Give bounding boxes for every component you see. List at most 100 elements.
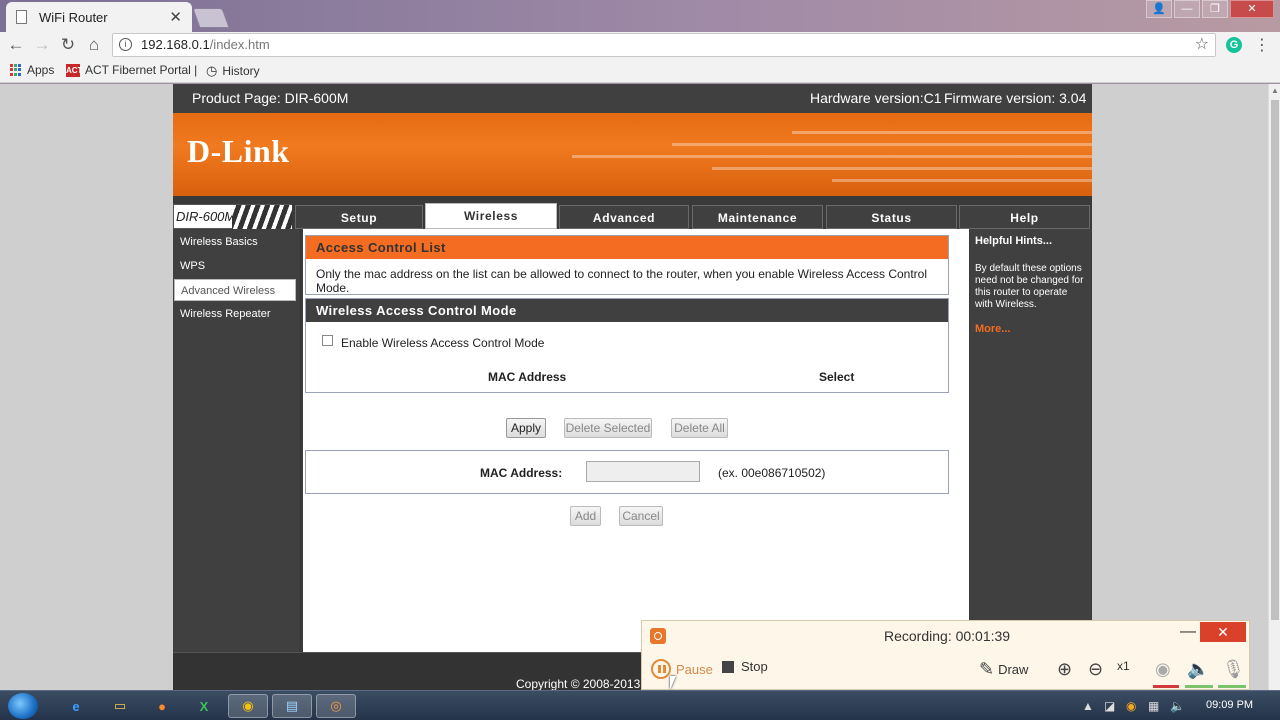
explorer-icon[interactable]: ▭	[100, 694, 140, 718]
cancel-button[interactable]: Cancel	[619, 506, 663, 526]
delete-all-button[interactable]: Delete All	[671, 418, 728, 438]
sidebar-item-advanced-wireless[interactable]: Advanced Wireless	[174, 279, 296, 301]
excel-icon[interactable]: X	[184, 694, 224, 718]
stop-label: Stop	[741, 659, 768, 674]
bookmark-history[interactable]: ◷ History	[206, 63, 260, 79]
user-icon[interactable]: 👤	[1146, 0, 1172, 18]
tab-maintenance[interactable]: Maintenance	[692, 205, 823, 229]
speaker-toggle[interactable]: 🔈	[1187, 659, 1213, 680]
notepad-icon[interactable]: ▤	[272, 694, 312, 718]
bookmark-label: ACT Fibernet Portal |	[85, 63, 198, 77]
acl-panel: Access Control List Only the mac address…	[305, 235, 949, 295]
sidebar-item-wps[interactable]: WPS	[174, 255, 296, 277]
scroll-up-arrow-icon[interactable]: ▲	[1271, 86, 1279, 95]
mac-address-input[interactable]	[586, 461, 700, 482]
webcam-level-bar	[1153, 685, 1179, 688]
bookmark-label: Apps	[27, 63, 55, 77]
microphone-icon: 🎙	[1222, 659, 1245, 679]
restore-button[interactable]: ❐	[1202, 0, 1228, 18]
page-scrollbar[interactable]: ▲	[1268, 84, 1280, 690]
new-tab-button[interactable]	[192, 8, 230, 28]
tab-setup[interactable]: Setup	[295, 205, 423, 229]
main-content: Access Control List Only the mac address…	[303, 229, 969, 652]
column-header-mac-address: MAC Address	[488, 370, 567, 384]
bookmarks-bar: Apps ACT ACT Fibernet Portal | ◷ History	[0, 58, 1280, 83]
tab-wireless[interactable]: Wireless	[425, 203, 557, 229]
dlink-banner: D-Link	[173, 113, 1092, 196]
address-bar[interactable]: i 192.168.0.1/index.htm ☆	[112, 33, 1216, 57]
hints-more-link[interactable]: More...	[975, 323, 1086, 335]
tray-app-icon[interactable]: ◪	[1104, 699, 1115, 713]
chrome-icon[interactable]: ◉	[228, 694, 268, 718]
webcam-toggle[interactable]: ◉	[1155, 659, 1175, 680]
tray-recorder-icon[interactable]: ◉	[1126, 699, 1136, 713]
access-control-mode-panel: Wireless Access Control Mode Enable Wire…	[305, 298, 949, 393]
ie-icon[interactable]: e	[56, 694, 96, 718]
page-viewport: Product Page: DIR-600M Hardware version:…	[0, 84, 1268, 690]
mic-level-bar	[1218, 685, 1246, 688]
microphone-toggle[interactable]: 🎙	[1222, 659, 1249, 680]
home-icon[interactable]: ⌂	[84, 35, 104, 55]
taskbar-clock[interactable]: 09:09 PM	[1206, 699, 1253, 711]
column-header-select: Select	[819, 370, 855, 384]
pencil-icon: ✎	[979, 659, 995, 679]
tab-help[interactable]: Help	[959, 205, 1090, 229]
back-arrow-icon[interactable]: ←	[6, 35, 26, 55]
add-button[interactable]: Add	[570, 506, 601, 526]
recorder-minimize-button[interactable]: —	[1180, 623, 1196, 641]
sidebar-item-wireless-basics[interactable]: Wireless Basics	[174, 231, 296, 253]
delete-selected-button[interactable]: Delete Selected	[564, 418, 652, 438]
browser-menu-icon[interactable]: ⋮	[1254, 35, 1270, 55]
recorder-logo-icon	[650, 628, 666, 644]
hardware-version: Hardware version:C1	[810, 90, 942, 106]
browser-titlebar: WiFi Router ✕ 👤 — ❐ ✕	[0, 0, 1280, 32]
browser-tab[interactable]: WiFi Router ✕	[6, 2, 192, 32]
mode-title: Wireless Access Control Mode	[306, 299, 948, 322]
info-icon[interactable]: i	[119, 38, 132, 51]
tray-network-icon[interactable]: ▦	[1148, 699, 1159, 713]
scrollbar-thumb[interactable]	[1271, 100, 1279, 620]
act-logo-icon: ACT	[66, 63, 83, 77]
firefox-icon[interactable]: ●	[142, 694, 182, 718]
recorder-close-button[interactable]: ✕	[1200, 622, 1246, 642]
sidebar-item-wireless-repeater[interactable]: Wireless Repeater	[174, 303, 296, 325]
pause-button[interactable]: Pause	[651, 659, 713, 679]
bookmark-label: History	[222, 64, 260, 78]
recorder-icon[interactable]: ◎	[316, 694, 356, 718]
reload-icon[interactable]: ↻	[58, 35, 78, 55]
close-window-button[interactable]: ✕	[1230, 0, 1274, 18]
tab-advanced[interactable]: Advanced	[559, 205, 689, 229]
tray-volume-icon[interactable]: 🔈	[1170, 699, 1185, 713]
model-badge: DIR-600M	[173, 204, 292, 230]
apps-grid-icon	[10, 64, 22, 76]
browser-toolbar: ← → ↻ ⌂ i 192.168.0.1/index.htm ☆	[0, 32, 1280, 58]
hints-body: By default these options need not be cha…	[975, 263, 1084, 310]
firmware-version: Firmware version: 3.04	[944, 90, 1087, 106]
pause-label: Pause	[676, 661, 713, 677]
minimize-button[interactable]: —	[1174, 0, 1200, 18]
enable-access-control-checkbox[interactable]	[322, 335, 333, 346]
zoom-out-icon: ⊖	[1088, 659, 1104, 679]
bookmark-act-fibernet[interactable]: ACT ACT Fibernet Portal |	[66, 63, 197, 77]
helpful-hints-panel: Helpful Hints... By default these option…	[970, 229, 1091, 652]
apply-button[interactable]: Apply	[506, 418, 546, 438]
grammarly-extension-icon[interactable]: G	[1226, 37, 1242, 53]
stop-button[interactable]: Stop	[722, 659, 768, 674]
forward-arrow-icon[interactable]: →	[32, 35, 52, 55]
tab-status[interactable]: Status	[826, 205, 957, 229]
bookmark-apps[interactable]: Apps	[10, 63, 54, 77]
start-button[interactable]	[8, 693, 38, 719]
draw-button[interactable]: ✎ Draw	[979, 659, 1028, 680]
tab-close-icon[interactable]: ✕	[169, 8, 182, 26]
acl-title: Access Control List	[306, 236, 948, 259]
product-bar: Product Page: DIR-600M Hardware version:…	[173, 84, 1092, 113]
zoom-in-button[interactable]: ⊕	[1057, 659, 1076, 680]
mouse-cursor	[670, 676, 676, 690]
bookmark-star-icon[interactable]: ☆	[1195, 34, 1209, 56]
tray-expand-icon[interactable]: ▲	[1082, 699, 1094, 713]
windows-taskbar: e ▭ ● X ◉ ▤ ◎ ▲ ◪ ◉ ▦ 🔈 09:09 PM	[0, 690, 1280, 720]
model-stripes	[232, 205, 292, 230]
recording-label: Recording:	[884, 628, 952, 644]
zoom-out-button[interactable]: ⊖	[1088, 659, 1107, 680]
mac-address-label: MAC Address:	[480, 466, 563, 480]
